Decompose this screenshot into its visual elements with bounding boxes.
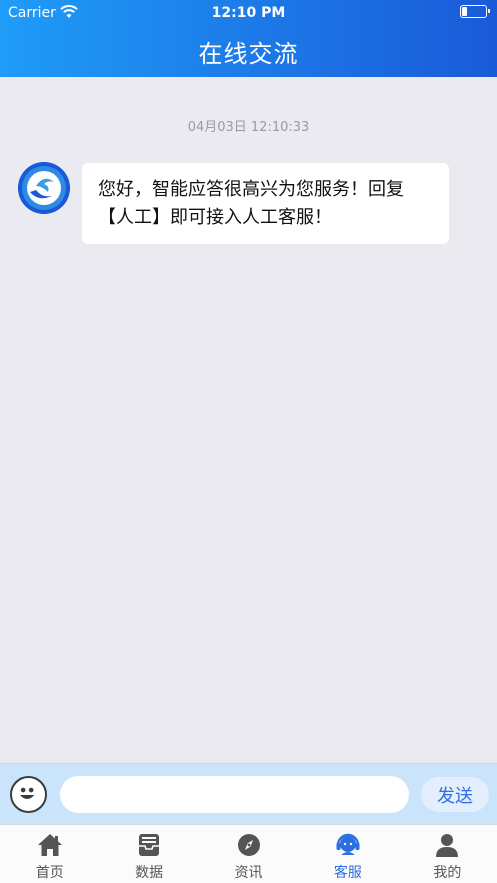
message-input[interactable] [60, 776, 409, 813]
tab-label: 资讯 [234, 865, 263, 881]
tab-home[interactable]: 首页 [0, 825, 99, 883]
chat-area[interactable]: 04月03日 12:10:33 您好，智能应答很高兴为您服务！回复【人工】即可接… [0, 77, 497, 763]
app-header: Carrier 12:10 PM 在线交流 [0, 0, 497, 77]
send-button[interactable]: 发送 [421, 777, 489, 812]
tab-profile[interactable]: 我的 [398, 825, 497, 883]
status-time: 12:10 PM [211, 5, 286, 21]
tab-label: 数据 [135, 865, 164, 881]
compass-icon [237, 834, 260, 856]
tab-support[interactable]: 客服 [298, 825, 397, 883]
home-icon [37, 834, 62, 856]
tab-label: 首页 [35, 865, 64, 881]
tab-label: 客服 [333, 865, 362, 881]
battery-icon [460, 5, 490, 18]
bot-avatar [18, 162, 70, 214]
page-title: 在线交流 [198, 40, 299, 68]
tab-data[interactable]: 数据 [99, 825, 198, 883]
bot-message-bubble: 您好，智能应答很高兴为您服务！回复【人工】即可接入人工客服！ [82, 163, 449, 244]
tab-news[interactable]: 资讯 [199, 825, 298, 883]
message-timestamp: 04月03日 12:10:33 [187, 120, 310, 135]
inbox-icon [139, 834, 160, 856]
tab-label: 我的 [433, 865, 462, 881]
emoji-icon[interactable] [10, 776, 47, 813]
user-icon [436, 834, 459, 857]
message-input-bar: 发送 [0, 763, 497, 824]
tab-bar: 首页 数据 资讯 客服 我的 [0, 824, 497, 883]
support-agent-icon [336, 833, 360, 855]
status-bar: Carrier 12:10 PM [0, 0, 497, 26]
